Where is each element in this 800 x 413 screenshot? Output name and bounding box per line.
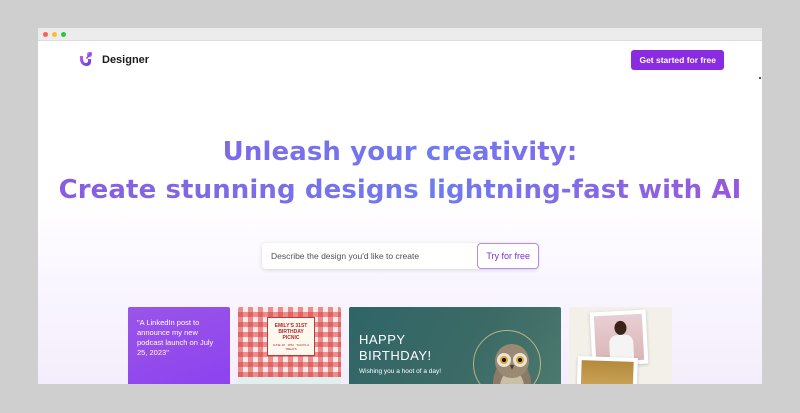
brand[interactable]: Designer — [76, 50, 149, 70]
example-gallery: "A LinkedIn post to announce my new podc… — [38, 307, 762, 384]
birthday-title: HAPPY BIRTHDAY! — [359, 332, 432, 363]
photo-collage-card[interactable] — [569, 307, 672, 384]
close-dot-icon[interactable] — [43, 31, 48, 37]
taco-pattern — [238, 377, 341, 384]
picnic-subtitle: JUNE 18 · 1PM · TACOS & TREATS — [272, 342, 310, 351]
design-prompt-input[interactable] — [269, 250, 473, 262]
picnic-invite-card[interactable]: EMILY'S 31ST BIRTHDAY PICNIC JUNE 18 · 1… — [238, 307, 341, 384]
minimize-dot-icon[interactable] — [52, 31, 57, 37]
designer-logo-icon — [79, 51, 93, 66]
hero-line-2: Create stunning designs lightning-fast w… — [38, 171, 762, 209]
picnic-label: EMILY'S 31ST BIRTHDAY PICNIC JUNE 18 · 1… — [267, 317, 315, 356]
owl-image — [493, 344, 531, 384]
person-icon — [614, 320, 627, 336]
birthday-subtitle: Wishing you a hoot of a day! — [359, 368, 442, 375]
prompt-example-card[interactable]: "A LinkedIn post to announce my new podc… — [128, 307, 230, 384]
prompt-example-text: "A LinkedIn post to announce my new podc… — [137, 318, 214, 357]
brand-name: Designer — [102, 54, 150, 66]
design-prompt-box: Try for free — [262, 243, 539, 269]
browser-window: Designer Get started for free Unleash yo… — [38, 28, 762, 384]
try-for-free-button[interactable]: Try for free — [477, 243, 539, 269]
photo-frame — [576, 355, 638, 384]
birthday-card[interactable]: HAPPY BIRTHDAY! Wishing you a hoot of a … — [349, 307, 561, 384]
hero-headline: Unleash your creativity: Create stunning… — [38, 133, 762, 209]
maximize-dot-icon[interactable] — [61, 31, 66, 37]
scroll-edge-marker — [759, 77, 761, 79]
get-started-button[interactable]: Get started for free — [631, 50, 724, 70]
picnic-title: EMILY'S 31ST BIRTHDAY PICNIC — [274, 322, 308, 341]
window-titlebar — [38, 28, 762, 41]
hero-line-1: Unleash your creativity: — [38, 133, 762, 171]
landing-page: Designer Get started for free Unleash yo… — [38, 41, 762, 384]
